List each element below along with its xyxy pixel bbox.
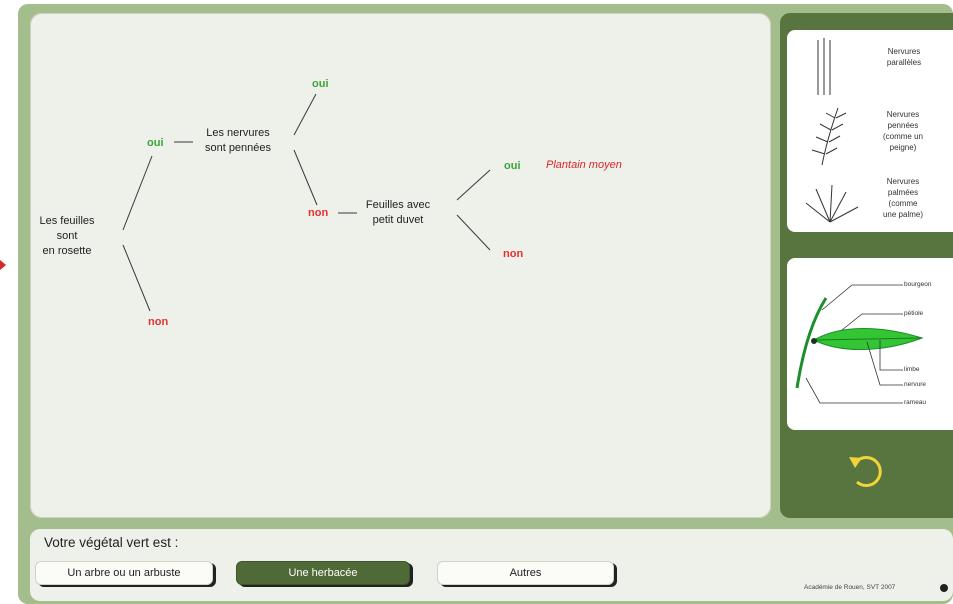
choice-herbacee-button[interactable]: Une herbacée xyxy=(236,561,410,585)
info-icon[interactable] xyxy=(940,584,948,592)
question-label: Votre végétal vert est : xyxy=(44,535,179,550)
credit-text: Académie de Rouen, SVT 2007 xyxy=(804,584,896,591)
choice-arbre-button[interactable]: Un arbre ou un arbuste xyxy=(35,561,213,585)
restart-icon[interactable] xyxy=(0,0,953,604)
choice-autres-button[interactable]: Autres xyxy=(437,561,614,585)
